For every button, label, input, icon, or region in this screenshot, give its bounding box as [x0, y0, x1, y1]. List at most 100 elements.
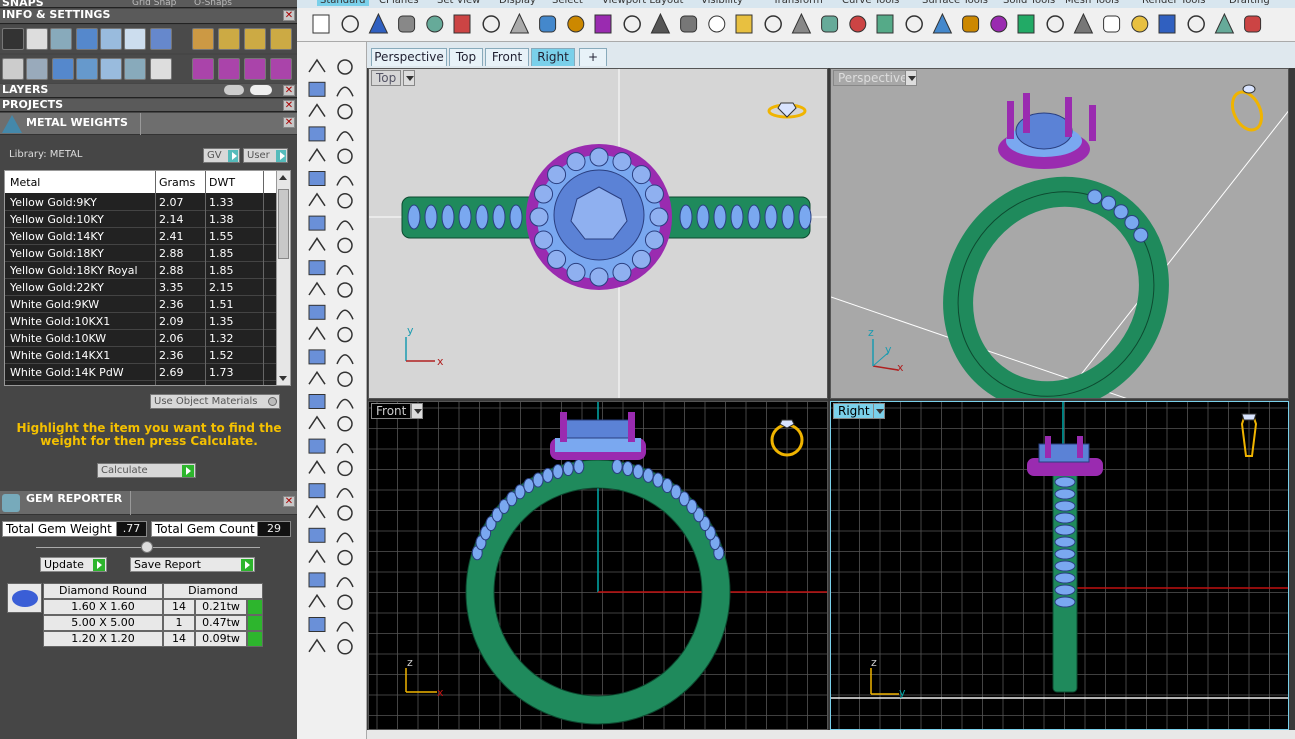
- close-icon[interactable]: ✕: [283, 496, 295, 507]
- toolbar-tab[interactable]: Transform: [773, 0, 823, 6]
- close-icon[interactable]: ✕: [283, 100, 295, 111]
- save-report-button[interactable]: Save Report: [130, 557, 255, 572]
- chevron-down-icon[interactable]: [905, 70, 917, 86]
- pave-icon[interactable]: [270, 58, 292, 80]
- toolbar-tab[interactable]: Curve Tools: [842, 0, 899, 6]
- check-icon[interactable]: [150, 28, 172, 50]
- notes-icon[interactable]: [100, 28, 122, 50]
- chevron-down-icon[interactable]: [403, 70, 415, 86]
- metal-row[interactable]: Yellow Gold:10KY 2.14 1.38: [5, 211, 277, 228]
- box-icon[interactable]: [76, 28, 98, 50]
- close-icon[interactable]: ✕: [283, 10, 295, 21]
- gem-row-select-button[interactable]: [247, 615, 263, 631]
- metal-table: Metal Grams DWT Yellow Gold:9KY 2.07 1.33 Y…: [4, 170, 291, 386]
- toolbar-tab[interactable]: Mesh Tools: [1065, 0, 1119, 6]
- cylinder-icon[interactable]: [76, 58, 98, 80]
- move-icon[interactable]: [218, 28, 240, 50]
- toolbar-tab[interactable]: CPlanes: [379, 0, 419, 6]
- metal-row[interactable]: Yellow Gold:9KY 2.07 1.33: [5, 194, 277, 211]
- col-metal[interactable]: Metal: [10, 176, 40, 189]
- metal-row[interactable]: Yellow Gold:18KY 2.88 1.85: [5, 245, 277, 262]
- tab-front[interactable]: Front: [485, 48, 529, 66]
- metal-row[interactable]: White Gold:10KW 2.06 1.32: [5, 330, 277, 347]
- metal-row[interactable]: Yellow Gold:14KY 2.41 1.55: [5, 228, 277, 245]
- metal-row-clipped[interactable]: [5, 381, 277, 385]
- viewport-front-label[interactable]: Front: [371, 403, 412, 419]
- viewport-front[interactable]: Front z x: [368, 401, 828, 730]
- metal-row[interactable]: Yellow Gold:22KY 3.35 2.15: [5, 279, 277, 296]
- grid-icon[interactable]: [2, 58, 24, 80]
- points-icon[interactable]: [124, 58, 146, 80]
- toolbar-tab[interactable]: Visibility: [701, 0, 743, 6]
- close-icon[interactable]: ✕: [283, 85, 295, 96]
- metal-row[interactable]: White Gold:10KX1 2.09 1.35: [5, 313, 277, 330]
- screen-icon[interactable]: [26, 58, 48, 80]
- toolbar-tab[interactable]: Render Tools: [1142, 0, 1205, 6]
- toggle-icon[interactable]: [224, 85, 244, 95]
- viewport-right[interactable]: Right z y: [830, 401, 1289, 730]
- gem-seat-icon[interactable]: [218, 58, 240, 80]
- tool-icon[interactable]: [192, 28, 214, 50]
- cube-icon[interactable]: [52, 58, 74, 80]
- viewport-right-label[interactable]: Right: [833, 403, 875, 419]
- add-viewport-tab[interactable]: +: [579, 48, 607, 66]
- viewport-top-label[interactable]: Top: [371, 70, 402, 86]
- metal-row[interactable]: Yellow Gold:18KY Royal 2.88 1.85: [5, 262, 277, 279]
- tab-top[interactable]: Top: [449, 48, 483, 66]
- col-grams[interactable]: Grams: [159, 176, 195, 189]
- toolbar-tab[interactable]: Solid Tools: [1003, 0, 1055, 6]
- user-button[interactable]: User: [243, 148, 288, 163]
- scroll-down-icon[interactable]: [279, 376, 287, 381]
- eye-icon[interactable]: [250, 85, 272, 95]
- settings-icon[interactable]: [2, 28, 24, 50]
- chevron-down-icon[interactable]: [411, 403, 423, 419]
- info-settings-bar[interactable]: INFO & SETTINGS ✕: [0, 9, 297, 24]
- tab-right[interactable]: Right: [531, 48, 575, 66]
- toolbar-tab[interactable]: Select: [552, 0, 583, 6]
- side-toolbar-icons[interactable]: [297, 42, 367, 739]
- prong-icon[interactable]: [192, 58, 214, 80]
- metal-cell-grams: 2.88: [159, 264, 184, 277]
- chevron-down-icon[interactable]: [873, 403, 885, 419]
- metal-row[interactable]: White Gold:14KX1 2.36 1.52: [5, 347, 277, 364]
- filter-icon[interactable]: [100, 58, 122, 80]
- metal-cell-dwt: 2.15: [209, 281, 234, 294]
- standard-toolbar-icons[interactable]: [297, 8, 1295, 42]
- col-dwt[interactable]: DWT: [209, 176, 235, 189]
- gem-row-select-button[interactable]: [247, 599, 263, 615]
- scroll-thumb[interactable]: [278, 189, 289, 259]
- copy-icon[interactable]: [244, 28, 266, 50]
- toolbar-tab[interactable]: Set View: [437, 0, 480, 6]
- viewport-perspective[interactable]: Perspective z y x: [830, 68, 1289, 399]
- metal-row[interactable]: White Gold:14K PdW 2.69 1.73: [5, 364, 277, 381]
- grid-snap-toggle[interactable]: Grid Snap: [132, 0, 176, 7]
- toolbar-tab[interactable]: Display: [499, 0, 536, 6]
- layer-stack-icon[interactable]: [50, 28, 72, 50]
- edit-icon[interactable]: [124, 28, 146, 50]
- toolbar-tab[interactable]: Standard: [317, 0, 369, 6]
- viewport-perspective-label[interactable]: Perspective: [833, 70, 913, 86]
- toolbar-tab[interactable]: Drafting: [1229, 0, 1270, 6]
- update-button[interactable]: Update: [40, 557, 107, 572]
- toolbar-tab[interactable]: Viewport Layout: [602, 0, 683, 6]
- toolbar-tab[interactable]: Surface Tools: [922, 0, 988, 6]
- layers-bar[interactable]: LAYERS ✕: [0, 84, 297, 98]
- document-icon[interactable]: [150, 58, 172, 80]
- osnaps-toggle[interactable]: O-Snaps: [194, 0, 232, 7]
- rotate-icon[interactable]: [270, 28, 292, 50]
- scroll-up-icon[interactable]: [279, 175, 287, 180]
- tab-perspective[interactable]: Perspective: [371, 48, 447, 66]
- close-icon[interactable]: ✕: [283, 117, 295, 128]
- use-object-materials-checkbox[interactable]: Use Object Materials: [150, 394, 280, 409]
- gv-button[interactable]: GV: [203, 148, 240, 163]
- calculate-button[interactable]: Calculate: [97, 463, 196, 478]
- gem-cutter-icon[interactable]: [244, 58, 266, 80]
- projects-bar[interactable]: PROJECTS ✕: [0, 99, 297, 112]
- splitter-handle[interactable]: [141, 541, 153, 553]
- metal-table-scrollbar[interactable]: [276, 171, 290, 385]
- snaps-bar[interactable]: SNAPS Grid Snap O-Snaps: [0, 0, 297, 8]
- zoom-icon[interactable]: [26, 28, 48, 50]
- gem-row-select-button[interactable]: [247, 631, 263, 647]
- viewport-top[interactable]: Top y x: [368, 68, 828, 399]
- metal-row[interactable]: White Gold:9KW 2.36 1.51: [5, 296, 277, 313]
